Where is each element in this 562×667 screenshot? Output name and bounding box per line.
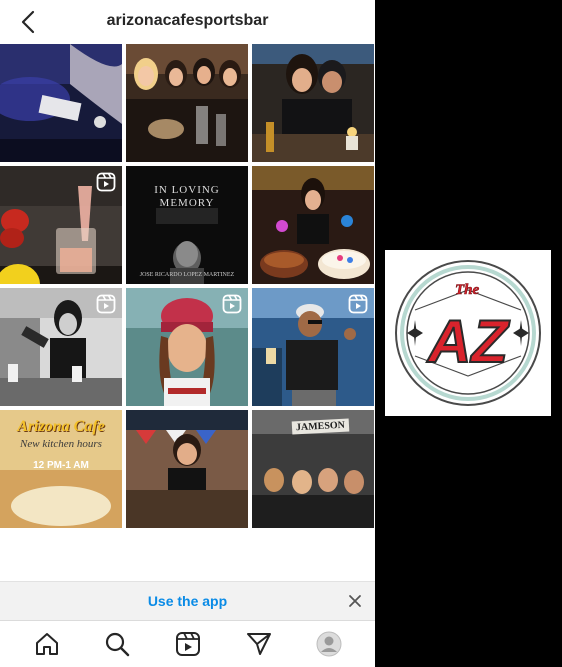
post-image xyxy=(126,410,248,528)
profile-header: arizonacafesportsbar xyxy=(0,0,375,44)
home-icon[interactable] xyxy=(34,631,60,657)
memorial-title-line1: IN LOVING xyxy=(154,184,220,196)
search-icon[interactable] xyxy=(104,631,130,657)
phone-screen: arizonacafesportsbar IN LOVING MEMORY JO… xyxy=(0,0,375,667)
az-logo: The AZ xyxy=(395,260,541,406)
bottom-nav xyxy=(0,620,375,667)
post-tile-birthday[interactable] xyxy=(252,166,374,284)
reels-icon[interactable] xyxy=(175,631,201,657)
post-tile-two-friends[interactable] xyxy=(252,44,374,162)
cafe-subtitle: New kitchen hours xyxy=(20,438,102,450)
post-image xyxy=(252,166,374,284)
memorial-name: JOSE RICARDO LOPEZ MARTINEZ xyxy=(139,272,235,278)
post-tile-man-cap[interactable] xyxy=(252,288,374,406)
use-app-banner: Use the app xyxy=(0,581,375,620)
logo-the-text: The xyxy=(455,282,480,298)
post-tile-kitchen-hours[interactable]: Arizona Cafe New kitchen hours 12 PM-1 A… xyxy=(0,410,122,528)
page-title: arizonacafesportsbar xyxy=(106,12,269,29)
post-grid: IN LOVING MEMORY JOSE RICARDO LOPEZ MART… xyxy=(0,44,375,528)
post-tile-bar-night[interactable] xyxy=(0,44,122,162)
post-tile-bartender-bw[interactable] xyxy=(0,288,122,406)
reel-icon xyxy=(222,294,242,314)
memorial-title-line2: MEMORY xyxy=(159,197,215,209)
post-tile-jameson-group[interactable]: JAMESON xyxy=(252,410,374,528)
post-image xyxy=(252,44,374,162)
post-tile-woman-bar[interactable] xyxy=(126,410,248,528)
use-the-app-link[interactable]: Use the app xyxy=(0,593,375,609)
send-icon[interactable] xyxy=(246,631,272,657)
cafe-name: Arizona Cafe xyxy=(17,418,105,435)
post-image xyxy=(0,44,122,162)
post-image xyxy=(126,44,248,162)
reel-icon xyxy=(348,294,368,314)
reel-icon xyxy=(96,294,116,314)
logo-az-text: AZ xyxy=(426,308,510,375)
post-tile-selfie-beanie[interactable] xyxy=(126,288,248,406)
cafe-hours: 12 PM-1 AM xyxy=(33,460,89,471)
profile-avatar-icon[interactable] xyxy=(316,631,342,657)
memorial-title: IN LOVING MEMORY xyxy=(126,184,248,210)
close-icon[interactable] xyxy=(347,593,363,609)
az-logo-card: The AZ xyxy=(385,250,551,416)
post-tile-group-photo[interactable] xyxy=(126,44,248,162)
reel-icon xyxy=(96,172,116,192)
post-tile-cocktail-reel[interactable] xyxy=(0,166,122,284)
post-tile-memorial[interactable]: IN LOVING MEMORY JOSE RICARDO LOPEZ MART… xyxy=(126,166,248,284)
